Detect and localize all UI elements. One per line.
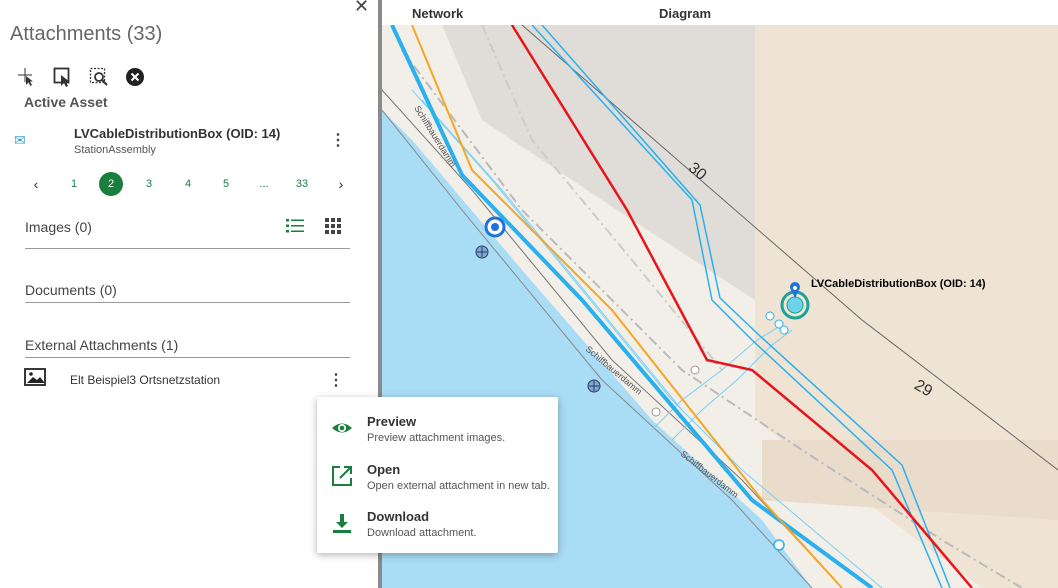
panel-title: Attachments (33) — [10, 23, 163, 45]
page-4[interactable]: 4 — [176, 172, 200, 196]
asset-name: LVCableDistributionBox (OID: 14) — [74, 126, 281, 141]
toolbar — [16, 66, 146, 88]
external-section-title: External Attachments (1) — [25, 337, 179, 353]
documents-section-title: Documents (0) — [25, 282, 117, 298]
next-page-button[interactable]: › — [329, 172, 353, 196]
preview-description: Preview attachment images. — [367, 432, 506, 444]
page-5[interactable]: 5 — [214, 172, 238, 196]
page-1[interactable]: 1 — [62, 172, 86, 196]
active-asset-heading: Active Asset — [24, 94, 108, 110]
attachment-more-button[interactable]: ⋮ — [328, 370, 344, 390]
open-description: Open external attachment in new tab. — [367, 480, 550, 492]
prev-page-button[interactable]: ‹ — [24, 172, 48, 196]
images-divider — [25, 248, 350, 249]
asset-more-button[interactable]: ⋮ — [330, 130, 346, 150]
eye-icon — [331, 417, 353, 439]
image-icon — [24, 368, 46, 391]
images-section-title: Images (0) — [25, 219, 92, 235]
crosshair-select-icon — [18, 68, 33, 86]
menu-item-open[interactable]: Open Open external attachment in new tab… — [317, 461, 558, 507]
clear-selection-button[interactable] — [124, 66, 146, 88]
box-select-icon — [53, 67, 70, 87]
grid-view-button[interactable] — [325, 218, 342, 239]
list-view-button[interactable] — [286, 218, 304, 239]
grid-view-icon — [325, 218, 341, 234]
documents-divider — [25, 302, 350, 303]
attachment-context-menu: Preview Preview attachment images. Open … — [317, 397, 558, 553]
page-ellipsis: ... — [259, 178, 269, 190]
download-description: Download attachment. — [367, 527, 477, 539]
envelope-icon: ✉ — [14, 132, 26, 148]
open-external-icon — [331, 465, 353, 487]
open-title: Open — [367, 462, 401, 477]
download-title: Download — [367, 509, 430, 524]
tab-diagram[interactable]: Diagram — [659, 6, 711, 21]
box-select-button[interactable] — [52, 66, 74, 88]
download-icon — [331, 512, 353, 534]
select-tool-button[interactable] — [16, 66, 38, 88]
attachment-name: Elt Beispiel3 Ortsnetzstation — [70, 373, 221, 387]
zoom-select-button[interactable] — [88, 66, 110, 88]
list-view-icon — [286, 219, 304, 233]
asset-type: StationAssembly — [74, 144, 156, 156]
page-33[interactable]: 33 — [290, 172, 314, 196]
close-panel-button[interactable]: ✕ — [354, 0, 369, 17]
menu-item-download[interactable]: Download Download attachment. — [317, 508, 558, 554]
attachment-item[interactable]: Elt Beispiel3 Ortsnetzstation ⋮ — [24, 368, 354, 392]
page-2-current[interactable]: 2 — [99, 172, 123, 196]
pagination: ‹ 1 2 3 4 5 ... 33 › — [24, 172, 354, 196]
feature-label: LVCableDistributionBox (OID: 14) — [811, 278, 986, 290]
preview-title: Preview — [367, 414, 417, 429]
external-divider — [25, 357, 350, 358]
page-3[interactable]: 3 — [137, 172, 161, 196]
map-tabs: Network Diagram — [382, 0, 1058, 25]
zoom-select-icon — [89, 67, 108, 86]
active-asset-row[interactable]: ✉ LVCableDistributionBox (OID: 14) Stati… — [14, 124, 354, 160]
tab-network[interactable]: Network — [412, 6, 463, 21]
close-circle-icon — [126, 68, 144, 86]
menu-item-preview[interactable]: Preview Preview attachment images. — [317, 413, 558, 459]
